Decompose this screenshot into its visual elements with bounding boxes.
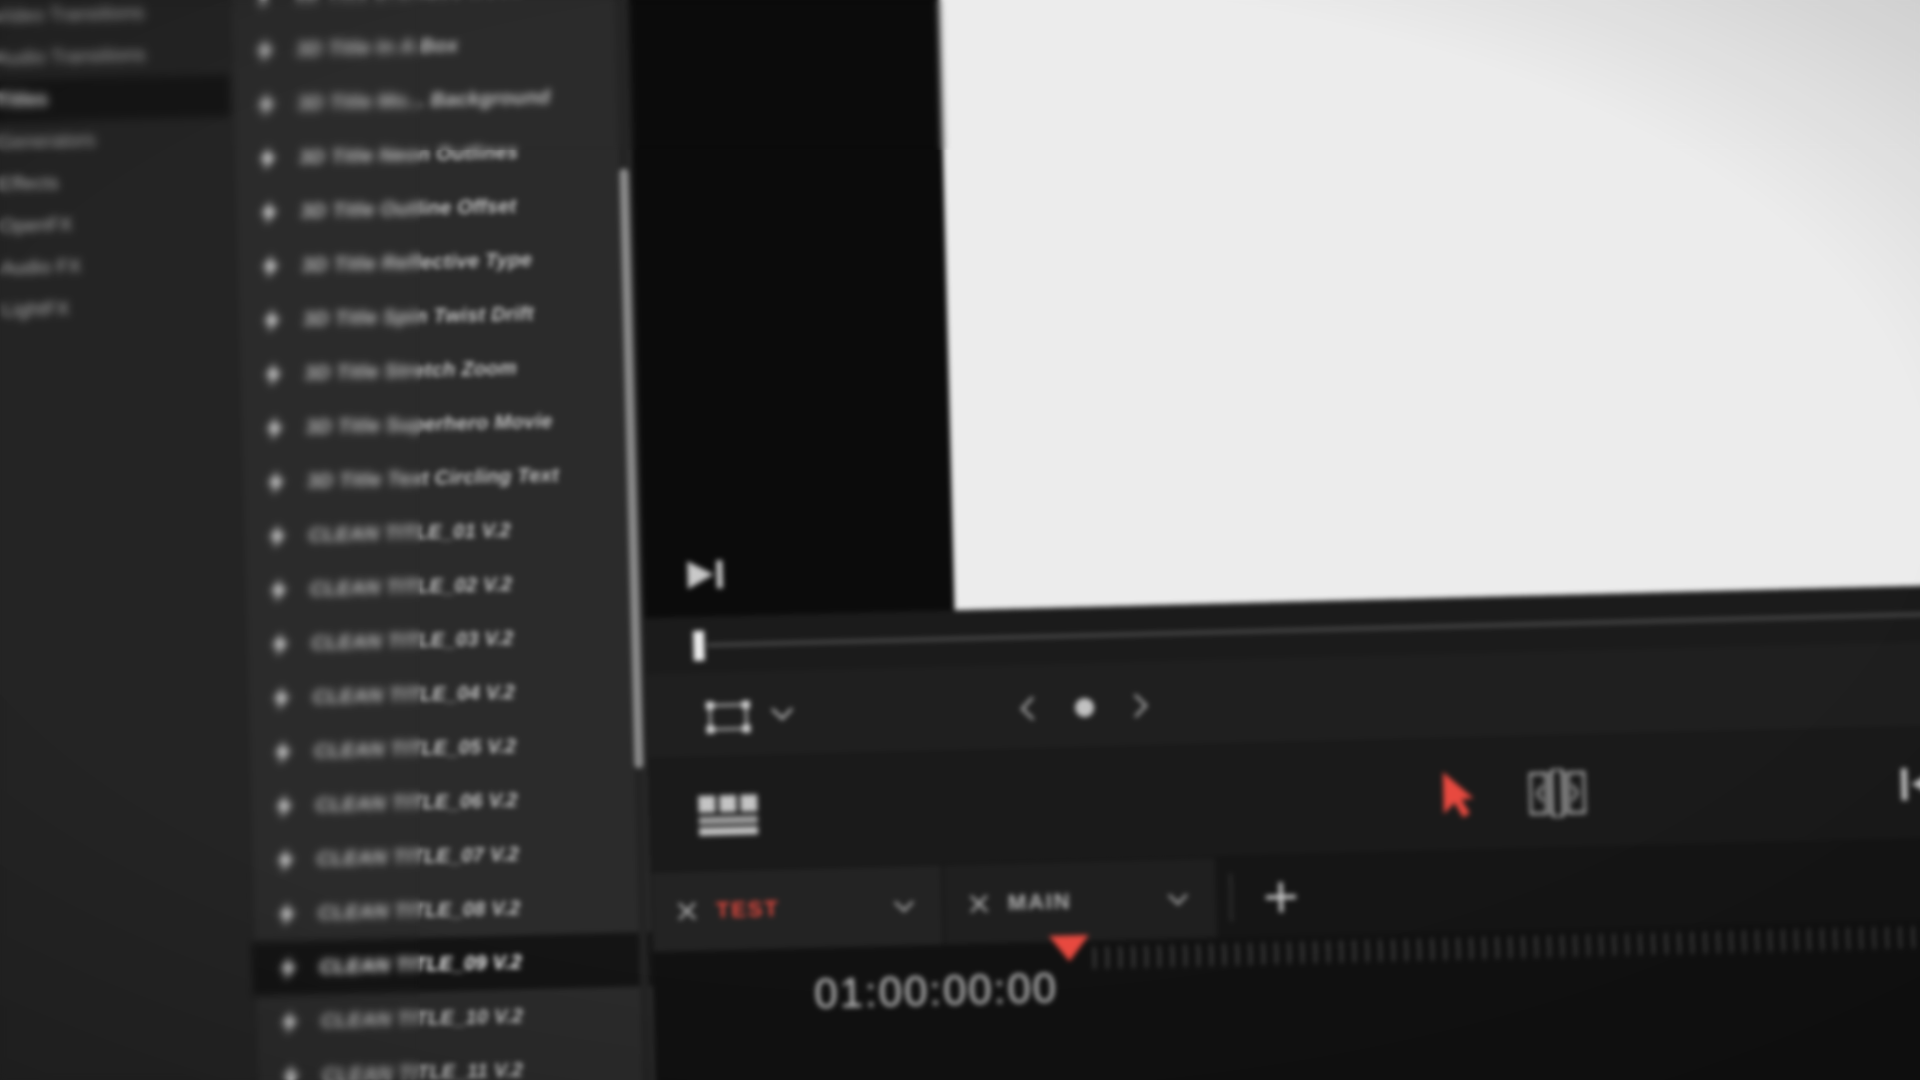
effects-list-item-label: CLEAN TITLE_08 V.2 bbox=[317, 896, 521, 925]
effects-list-item-label: 3D Title Stretch Zoom bbox=[304, 356, 518, 385]
photo-blur-layer: Video Transitions Audio Transitions Titles… bbox=[0, 0, 1920, 1080]
effects-list-panel: 3D Title Binary Type3D Title Dramatic Mo… bbox=[227, 0, 660, 1080]
lightning-bolt-icon bbox=[275, 955, 302, 982]
effects-list-item-label: CLEAN TITLE_09 V.2 bbox=[319, 950, 523, 979]
effects-list-item[interactable]: CLEAN TITLE_09 V.2 bbox=[252, 932, 654, 997]
lightning-bolt-icon bbox=[252, 37, 279, 64]
effects-list-item-label: 3D Title Dramatic Mood bbox=[295, 0, 524, 7]
lightning-bolt-icon bbox=[264, 523, 291, 550]
sidebar-item-label: Titles bbox=[0, 89, 49, 112]
sidebar-item-label: OpenFX bbox=[0, 214, 73, 238]
scrubber-playhead[interactable] bbox=[693, 630, 705, 661]
sidebar-item-label: Audio FX bbox=[1, 256, 82, 280]
effects-list-item-label: 3D Title Mo... Background bbox=[297, 85, 551, 115]
chevron-down-icon[interactable] bbox=[892, 897, 916, 914]
lightning-bolt-icon bbox=[263, 469, 290, 496]
lightning-bolt-icon bbox=[251, 0, 278, 10]
trim-edit-mode-icon[interactable] bbox=[1528, 767, 1587, 819]
keyframe-dot-icon[interactable] bbox=[1074, 697, 1094, 717]
close-x-icon[interactable] bbox=[676, 900, 699, 923]
close-x-icon[interactable] bbox=[968, 893, 991, 916]
effects-list-item[interactable]: 3D Title Stretch Zoom bbox=[238, 338, 639, 402]
effects-list-item[interactable]: CLEAN TITLE_07 V.2 bbox=[250, 824, 651, 888]
tab-divider bbox=[1229, 873, 1233, 922]
effects-list-item-label: CLEAN TITLE_06 V.2 bbox=[315, 788, 519, 817]
timeline-playhead-marker[interactable] bbox=[1048, 935, 1090, 963]
effects-list-item-label: CLEAN TITLE_07 V.2 bbox=[316, 842, 520, 871]
effects-list-item-label: 3D Title Reflective Type bbox=[301, 248, 533, 277]
timeline-timecode: 01:00:00:00 bbox=[813, 963, 1059, 1017]
effects-list-item[interactable]: 3D Title Superhero Movie bbox=[239, 392, 640, 456]
effects-list-item[interactable]: CLEAN TITLE_01 V.2 bbox=[242, 500, 643, 564]
lightning-bolt-icon bbox=[267, 631, 294, 658]
transform-crop-icon[interactable] bbox=[705, 700, 752, 735]
effects-list-item-label: CLEAN TITLE_02 V.2 bbox=[309, 573, 513, 601]
lightning-bolt-icon bbox=[261, 415, 288, 442]
effects-list-item[interactable]: CLEAN TITLE_08 V.2 bbox=[251, 878, 652, 942]
keyframe-navigation-group bbox=[1019, 685, 1150, 728]
timeline-tab-test[interactable]: TEST bbox=[651, 864, 944, 953]
effects-list-item-label: 3D Title Spin Twist Drift bbox=[302, 302, 535, 331]
perspective-wrapper: Video Transitions Audio Transitions Titles… bbox=[0, 0, 1920, 1080]
lightning-bolt-icon bbox=[266, 577, 293, 604]
effects-list-item-label: CLEAN TITLE_11 V.2 bbox=[321, 1058, 524, 1080]
effects-list-item[interactable]: 3D Title Text Circling Text bbox=[240, 446, 641, 510]
effects-list-item-label: 3D Title Text Circling Text bbox=[306, 463, 560, 493]
effects-list-item-label: CLEAN TITLE_03 V.2 bbox=[310, 626, 514, 655]
sidebar-item-label: Video Transitions bbox=[0, 2, 145, 28]
sidebar-list: Video Transitions Audio Transitions Titles… bbox=[0, 0, 237, 334]
app-window: Video Transitions Audio Transitions Titles… bbox=[0, 0, 1920, 1080]
effects-list-item-label: 3D Title In A Box bbox=[295, 34, 459, 61]
viewer-and-timeline-column: TEST MAIN 01:00:00:00 bbox=[627, 0, 1920, 1080]
lightning-bolt-icon bbox=[272, 847, 299, 874]
effects-list-item[interactable]: CLEAN TITLE_10 V.2 bbox=[254, 986, 655, 1050]
chevron-left-icon[interactable] bbox=[1019, 694, 1038, 722]
sidebar-item-lightfx[interactable]: LightFX bbox=[0, 284, 237, 334]
lightning-bolt-icon bbox=[259, 307, 286, 334]
chevron-down-icon[interactable] bbox=[769, 704, 795, 723]
effects-list-item-label: 3D Title Neon Outlines bbox=[298, 140, 519, 169]
sidebar-item-label: Generators bbox=[0, 129, 96, 154]
lightning-bolt-icon bbox=[260, 361, 287, 388]
timeline-tab-main[interactable]: MAIN bbox=[943, 857, 1217, 945]
effects-list-item-label: 3D Title Outline Offset bbox=[299, 194, 517, 223]
scrubber-track[interactable] bbox=[707, 609, 1920, 647]
go-to-next-edit-icon[interactable] bbox=[685, 556, 732, 593]
timeline-tab-label: TEST bbox=[715, 895, 780, 923]
lightning-bolt-icon bbox=[268, 685, 295, 712]
effects-list-item-label: CLEAN TITLE_10 V.2 bbox=[320, 1004, 524, 1032]
effects-list-item[interactable]: 3D Title Spin Twist Drift bbox=[236, 284, 637, 348]
effects-list: 3D Title Binary Type3D Title Dramatic Mo… bbox=[227, 0, 657, 1080]
effects-list-item-label: CLEAN TITLE_05 V.2 bbox=[313, 734, 517, 763]
lightning-bolt-icon bbox=[256, 199, 283, 226]
lightning-bolt-icon bbox=[257, 253, 284, 280]
program-viewer-image bbox=[936, 0, 1920, 611]
effects-list-item-label: 3D Title Superhero Movie bbox=[305, 409, 553, 439]
lightning-bolt-icon bbox=[255, 145, 282, 172]
selection-arrow-icon[interactable] bbox=[1439, 769, 1478, 820]
effects-category-sidebar: Video Transitions Audio Transitions Titles… bbox=[0, 0, 260, 1080]
timeline-tab-label: MAIN bbox=[1007, 888, 1072, 916]
effects-list-item[interactable]: CLEAN TITLE_06 V.2 bbox=[249, 770, 650, 834]
sidebar-item-label: Audio Transitions bbox=[0, 44, 146, 70]
chevron-right-icon[interactable] bbox=[1131, 691, 1150, 719]
timeline-view-options-icon[interactable] bbox=[697, 793, 760, 837]
sidebar-item-label: Effects bbox=[0, 172, 59, 196]
effects-list-item-label: CLEAN TITLE_01 V.2 bbox=[308, 519, 512, 547]
effects-list-item-label: CLEAN TITLE_04 V.2 bbox=[312, 680, 516, 709]
go-to-previous-edit-icon[interactable] bbox=[1899, 763, 1920, 804]
lightning-bolt-icon bbox=[270, 739, 297, 766]
lightning-bolt-icon bbox=[274, 901, 301, 928]
lightning-bolt-icon bbox=[276, 1009, 303, 1036]
lightning-bolt-icon bbox=[271, 793, 298, 820]
plus-icon[interactable] bbox=[1264, 880, 1299, 915]
lightning-bolt-icon bbox=[278, 1063, 305, 1080]
lightning-bolt-icon bbox=[253, 91, 280, 118]
sidebar-item-label: LightFX bbox=[2, 298, 70, 322]
viewer-letterbox bbox=[627, 0, 955, 619]
chevron-down-icon[interactable] bbox=[1166, 890, 1190, 907]
